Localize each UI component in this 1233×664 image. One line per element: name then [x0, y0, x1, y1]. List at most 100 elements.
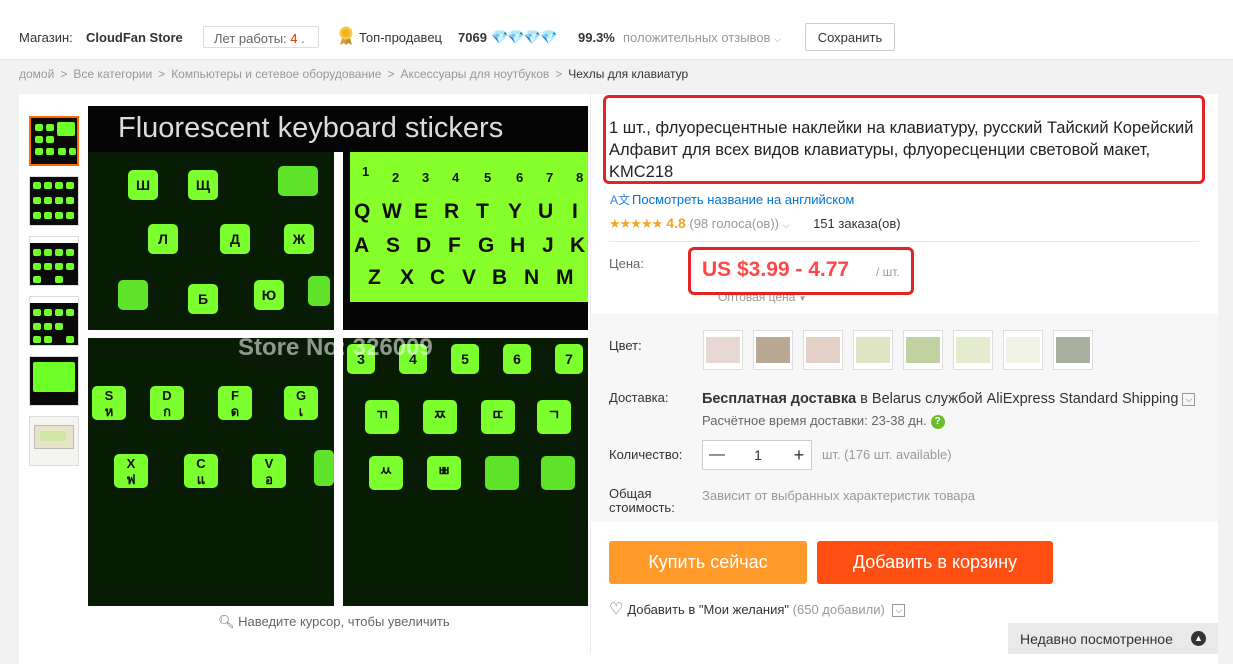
- image-divider: [334, 152, 343, 606]
- positive-feedback-pct: 99.3%: [578, 30, 615, 45]
- key-sticker: Gเ: [284, 386, 318, 420]
- color-swatch-1[interactable]: [703, 330, 743, 370]
- store-bar: Магазин: CloudFan Store Лет работы: 4 . …: [0, 0, 1233, 60]
- thumbnail-1[interactable]: [29, 116, 79, 166]
- key-letter: S: [386, 234, 401, 257]
- chevron-down-icon[interactable]: ⌵: [783, 220, 790, 230]
- key-letter: S: [104, 388, 114, 403]
- breadcrumb-all-categories[interactable]: Все категории: [73, 67, 152, 81]
- key-thai-letter: ก: [163, 404, 171, 419]
- translate-title-link[interactable]: A文 Посмотреть название на английском: [610, 191, 854, 208]
- color-swatch-6[interactable]: [953, 330, 993, 370]
- key-letter: C: [430, 266, 446, 289]
- chevron-down-icon: ⌵: [774, 34, 781, 44]
- recently-viewed-tab[interactable]: Недавно посмотренное ▲: [1008, 623, 1218, 654]
- zoom-hint: 🔍︎ Наведите курсор, чтобы увеличить: [218, 614, 450, 630]
- key-number: 7: [546, 170, 554, 185]
- color-swatch-5[interactable]: [903, 330, 943, 370]
- key-letter: T: [476, 200, 489, 223]
- key-sticker: 6: [503, 344, 531, 374]
- buy-now-button[interactable]: Купить сейчас: [609, 541, 807, 584]
- product-price: US $3.99 - 4.77: [702, 258, 850, 281]
- total-label-line1: Общая: [609, 486, 652, 501]
- rating-stars-icon: ★★★★★: [609, 216, 663, 231]
- key-number: 3: [422, 170, 430, 185]
- breadcrumb-keyboard-covers[interactable]: Чехлы для клавиатур: [568, 67, 688, 81]
- wishlist-text: Добавить в "Мои желания": [627, 602, 790, 617]
- quantity-input[interactable]: 1: [731, 441, 785, 469]
- translate-icon: A文: [610, 193, 631, 207]
- separator: [609, 241, 1199, 242]
- help-icon[interactable]: ?: [930, 414, 945, 429]
- key-letter: G: [295, 388, 307, 403]
- save-store-button[interactable]: Сохранить: [805, 23, 895, 51]
- color-swatch-8[interactable]: [1053, 330, 1093, 370]
- key-sticker: ㄲ: [365, 400, 399, 434]
- add-to-wishlist[interactable]: ♡ Добавить в "Мои желания" (650 добавили)…: [609, 599, 906, 619]
- key-letter: Y: [508, 200, 523, 223]
- key-sticker: Л: [148, 224, 178, 254]
- wishlist-dropdown-icon[interactable]: ⌵: [892, 604, 906, 618]
- key-letter: I: [572, 200, 578, 223]
- rating-votes-link[interactable]: (98 голоса(ов)): [689, 216, 779, 231]
- color-swatch-3[interactable]: [803, 330, 843, 370]
- total-label-line2: стоимость:: [609, 500, 675, 515]
- key-number: 6: [516, 170, 524, 185]
- quantity-increase-button[interactable]: +: [785, 441, 813, 469]
- key-sticker: ㄱ: [537, 400, 571, 434]
- delivery-estimate-text: Расчётное время доставки: 23-38 дн.: [702, 413, 927, 428]
- store-name-link[interactable]: CloudFan Store: [86, 30, 183, 45]
- key-sticker: Ю: [254, 280, 284, 310]
- key-letter: F: [448, 234, 461, 257]
- key-sticker: Б: [188, 284, 218, 314]
- wishlist-count: (650 добавили): [792, 602, 885, 617]
- image-panel-english: 1 2 3 4 5 6 7 8 Q W E R T Y U I A S D F …: [350, 152, 588, 302]
- key-number: 2: [392, 170, 400, 185]
- store-watermark: Store No: 326009: [238, 334, 433, 361]
- thumbnail-2[interactable]: [29, 176, 79, 226]
- key-sticker: ㅉ: [423, 400, 457, 434]
- shipping-label: Доставка:: [609, 390, 669, 405]
- thumbnail-4[interactable]: [29, 296, 79, 346]
- thumbnail-3[interactable]: [29, 236, 79, 286]
- positive-feedback-dropdown[interactable]: положительных отзывов ⌵: [623, 30, 781, 45]
- key-sticker: Dก: [150, 386, 184, 420]
- key-sticker: [278, 166, 318, 196]
- shipping-dropdown-icon[interactable]: ⌵: [1182, 392, 1196, 406]
- key-letter: V: [462, 266, 477, 289]
- color-swatch-7[interactable]: [1003, 330, 1043, 370]
- store-score: 7069: [458, 30, 487, 45]
- chevron-up-icon: ▲: [1191, 631, 1206, 646]
- color-swatch-2[interactable]: [753, 330, 793, 370]
- medal-icon: [339, 26, 353, 45]
- key-letter: J: [542, 234, 554, 257]
- store-years-label: Лет работы:: [214, 31, 287, 46]
- thumbnail-6[interactable]: [29, 416, 79, 466]
- key-sticker: 7: [555, 344, 583, 374]
- key-letter: V: [264, 456, 274, 471]
- magnifier-icon: 🔍︎: [218, 614, 235, 629]
- key-number: 1: [362, 164, 370, 179]
- store-years-badge: Лет работы: 4 .: [203, 26, 319, 48]
- breadcrumb-computers[interactable]: Компьютеры и сетевое оборудование: [171, 67, 381, 81]
- key-sticker: [308, 276, 330, 306]
- color-label: Цвет:: [609, 338, 642, 353]
- key-number: 5: [484, 170, 492, 185]
- color-swatch-4[interactable]: [853, 330, 893, 370]
- quantity-decrease-button[interactable]: —: [703, 441, 731, 469]
- breadcrumb-home[interactable]: домой: [19, 67, 54, 81]
- breadcrumb-laptop-accessories[interactable]: Аксессуары для ноутбуков: [401, 67, 550, 81]
- thumbnail-5[interactable]: [29, 356, 79, 406]
- key-thai-letter: ห: [104, 404, 114, 419]
- key-letter: F: [231, 388, 239, 403]
- store-years-suffix: .: [301, 31, 305, 46]
- main-product-image[interactable]: Fluorescent keyboard stickers Ш Щ Л Д Ж …: [88, 106, 588, 606]
- key-sticker: Ш: [128, 170, 158, 200]
- add-to-cart-button[interactable]: Добавить в корзину: [817, 541, 1053, 584]
- key-sticker: Vอ: [252, 454, 286, 488]
- key-letter: D: [162, 388, 172, 403]
- total-label: Общая стоимость:: [609, 487, 675, 515]
- key-sticker: Щ: [188, 170, 218, 200]
- zoom-hint-text: Наведите курсор, чтобы увеличить: [238, 614, 450, 629]
- key-sticker: [485, 456, 519, 490]
